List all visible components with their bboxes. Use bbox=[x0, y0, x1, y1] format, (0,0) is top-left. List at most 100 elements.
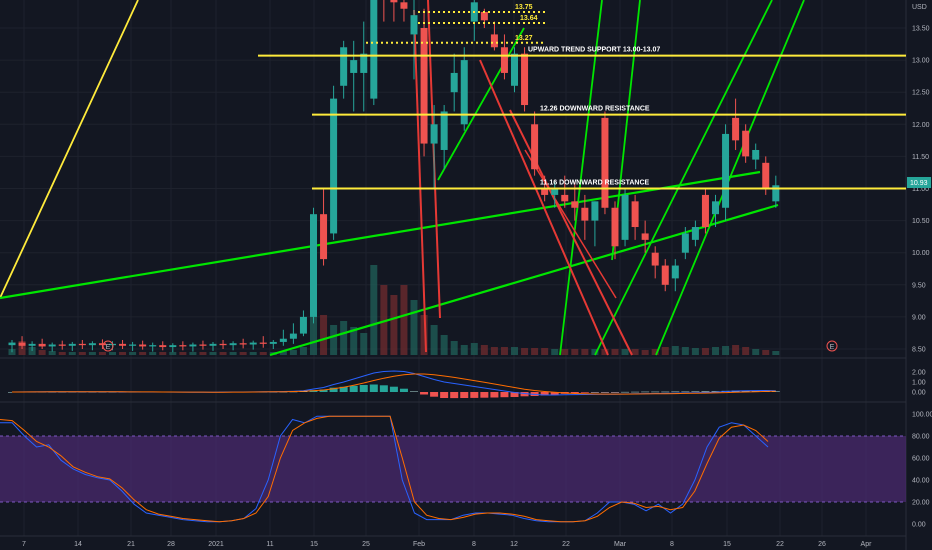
volume-bar bbox=[119, 352, 127, 355]
event-marker-label: E bbox=[106, 344, 111, 351]
volume-bar bbox=[159, 352, 167, 355]
candle-body bbox=[712, 201, 719, 215]
x-tick-label: 8 bbox=[472, 541, 476, 548]
volume-bar bbox=[681, 347, 689, 355]
candle-body bbox=[129, 344, 137, 346]
macd-histogram-bar bbox=[621, 391, 630, 393]
volume-bar bbox=[480, 345, 488, 355]
stoch-tick-label: 40.00 bbox=[912, 478, 930, 485]
price-chart[interactable]: UPWARD TREND SUPPORT 13.00-13.07 12.26 DO… bbox=[0, 0, 932, 550]
level-label: UPWARD TREND SUPPORT 13.00-13.07 bbox=[528, 47, 660, 54]
volume-bar bbox=[671, 346, 679, 355]
candle-body bbox=[159, 345, 167, 348]
currency-label: USD bbox=[912, 4, 927, 11]
stoch-tick-label: 0.00 bbox=[912, 522, 926, 529]
volume-bar bbox=[732, 345, 740, 355]
price-tick-label: 8.50 bbox=[912, 347, 926, 354]
volume-bar bbox=[129, 352, 137, 355]
candle-body bbox=[430, 124, 438, 144]
candle-body bbox=[701, 194, 709, 228]
x-tick-label: 15 bbox=[310, 541, 318, 548]
macd-histogram-bar bbox=[600, 392, 609, 393]
volume-bar bbox=[320, 315, 328, 355]
candle-body bbox=[511, 53, 518, 86]
candle-body bbox=[149, 345, 157, 347]
candle-body bbox=[691, 227, 699, 240]
dotted-level-label: 13.27 bbox=[515, 35, 533, 42]
volume-bar bbox=[511, 347, 518, 355]
macd-histogram-bar bbox=[691, 391, 700, 392]
macd-histogram-bar bbox=[470, 392, 479, 398]
volume-bar bbox=[239, 352, 247, 355]
macd-histogram-bar bbox=[399, 388, 408, 392]
candle-body bbox=[631, 201, 639, 228]
volume-bar bbox=[641, 350, 649, 355]
candle-body bbox=[28, 343, 36, 346]
candle-body bbox=[169, 345, 177, 348]
candle-body bbox=[400, 2, 408, 9]
volume-bar bbox=[460, 345, 468, 355]
volume-bar bbox=[390, 295, 398, 355]
candle-body bbox=[370, 0, 378, 99]
x-tick-label: 14 bbox=[74, 541, 82, 548]
candle-body bbox=[229, 343, 237, 346]
candle-body bbox=[531, 124, 539, 170]
candle-body bbox=[8, 342, 16, 346]
volume-bar bbox=[701, 348, 709, 355]
candle-body bbox=[199, 344, 207, 346]
volume-bar bbox=[521, 348, 529, 355]
volume-bar bbox=[48, 351, 56, 355]
macd-tick-label: 0.00 bbox=[912, 390, 926, 397]
x-tick-label: 22 bbox=[562, 541, 570, 548]
candle-body bbox=[299, 316, 307, 334]
macd-histogram-bar bbox=[490, 392, 499, 398]
candle-body bbox=[179, 345, 187, 347]
candle-body bbox=[671, 265, 679, 279]
x-tick-label: 22 bbox=[776, 541, 784, 548]
x-tick-label: 7 bbox=[22, 541, 26, 548]
volume-bar bbox=[691, 348, 699, 355]
macd-histogram-bar bbox=[611, 392, 619, 393]
event-marker-label: E bbox=[830, 344, 835, 351]
macd-histogram-bar bbox=[389, 386, 398, 392]
candle-body bbox=[661, 265, 669, 285]
candle-body bbox=[68, 343, 76, 346]
price-tick-label: 9.00 bbox=[912, 314, 926, 321]
volume-bar bbox=[340, 321, 348, 355]
volume-bar bbox=[179, 352, 187, 355]
volume-bar bbox=[289, 350, 297, 355]
macd-histogram-bar bbox=[349, 385, 358, 392]
macd-histogram-bar bbox=[661, 391, 670, 393]
volume-bar bbox=[500, 347, 508, 355]
x-tick-label: 15 bbox=[723, 541, 731, 548]
volume-bar bbox=[762, 350, 770, 355]
volume-bar bbox=[772, 351, 780, 355]
macd-histogram-bar bbox=[480, 392, 489, 398]
volume-bar bbox=[58, 352, 66, 355]
x-tick-label: Mar bbox=[614, 541, 627, 548]
svg-text:10.93: 10.93 bbox=[910, 180, 928, 187]
level-label: 11.16 DOWNWARD RESISTANCE bbox=[540, 180, 649, 187]
candle-body bbox=[521, 53, 529, 106]
volume-bar bbox=[360, 333, 368, 355]
x-tick-label: 25 bbox=[362, 541, 370, 548]
candle-body bbox=[48, 344, 56, 347]
price-tick-label: 13.50 bbox=[912, 26, 930, 33]
volume-bar bbox=[470, 343, 478, 355]
volume-bar bbox=[38, 350, 46, 355]
candle-body bbox=[289, 333, 297, 339]
candle-body bbox=[440, 111, 448, 150]
volume-bar bbox=[149, 352, 157, 355]
price-tick-label: 11.50 bbox=[912, 154, 929, 161]
stochastic-band bbox=[0, 436, 906, 502]
volume-bar bbox=[561, 349, 569, 355]
candle-body bbox=[320, 214, 328, 260]
volume-bar bbox=[219, 352, 227, 355]
volume-bar bbox=[531, 348, 539, 355]
macd-histogram-bar bbox=[410, 391, 418, 392]
macd-histogram-bar bbox=[440, 392, 449, 398]
candle-body bbox=[591, 201, 599, 221]
candle-body bbox=[601, 117, 609, 208]
x-tick-label: 26 bbox=[818, 541, 826, 548]
candle-body bbox=[420, 28, 428, 144]
